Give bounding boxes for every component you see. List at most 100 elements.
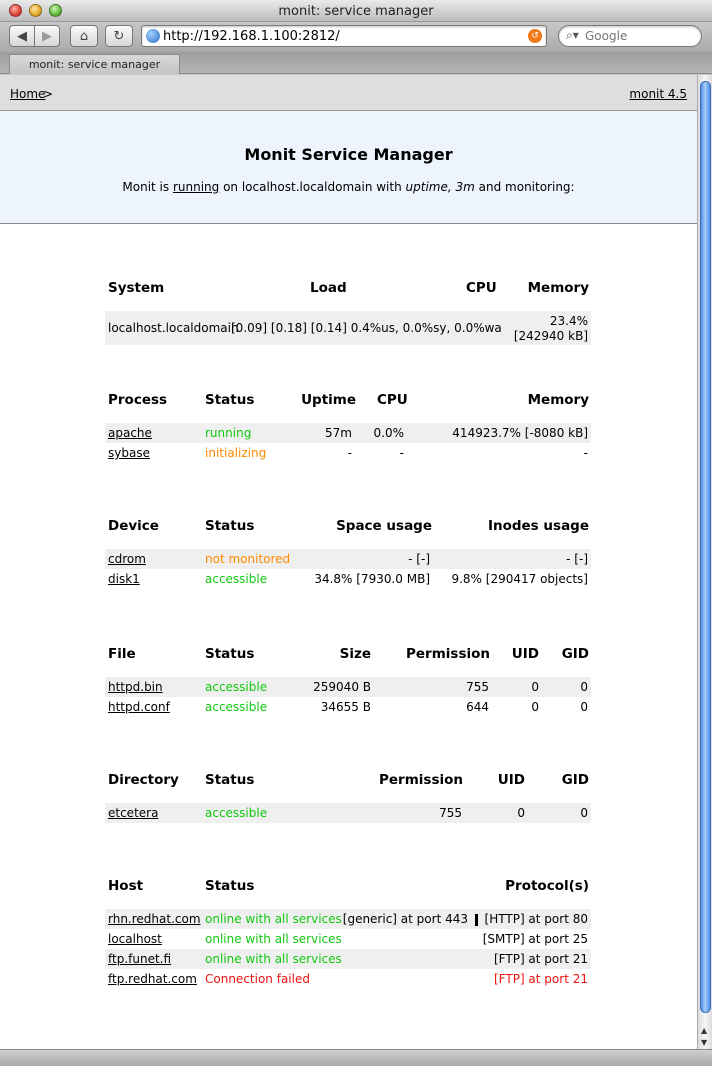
vertical-scrollbar[interactable]: ▲ ▼ [697,75,712,1049]
forward-button[interactable]: ▶ [34,25,60,47]
host-name-link[interactable]: localhost [108,932,162,946]
file-name-link[interactable]: httpd.conf [108,700,170,714]
device-space: - [-] [408,552,430,566]
header-file: File [108,646,136,662]
breadcrumb-separator: > [43,87,54,101]
file-name-link[interactable]: httpd.bin [108,680,163,694]
header-uptime: Uptime [301,392,356,408]
file-permission: 755 [466,680,489,694]
summary-prefix: Monit is [122,180,173,194]
header-status: Status [205,392,255,408]
directory-permission: 755 [439,806,462,820]
address-bar[interactable]: http://192.168.1.100:2812/ ↺ [141,25,547,47]
header-status: Status [205,518,255,534]
forward-arrow-icon: ▶ [42,28,52,44]
uptime-value: 3m [455,180,475,194]
scrollbar-thumb[interactable] [700,81,711,1013]
host-protocol: [FTP] at port 21 [494,952,588,966]
process-name-link[interactable]: sybase [108,446,150,460]
header-uid: UID [497,772,525,788]
header-protocols: Protocol(s) [505,878,589,894]
uptime-label: uptime, [405,180,452,194]
status-badge: accessible [205,680,268,694]
back-button[interactable]: ◀ [9,25,35,47]
header-space-usage: Space usage [336,518,432,534]
directory-uid: 0 [517,806,525,820]
system-table: System Load CPU Memory localhost.localdo… [105,275,591,347]
tab-strip: monit: service manager [0,52,712,74]
device-name-link[interactable]: disk1 [108,572,140,586]
device-name-link[interactable]: cdrom [108,552,146,566]
directory-table: Directory Status Permission UID GID etce… [105,767,591,827]
search-input[interactable] [585,29,695,43]
search-box[interactable]: ⌕▾ [558,25,702,47]
process-memory: 414923.7% [-8080 kB] [452,426,588,440]
summary-suffix: and monitoring: [474,180,575,194]
browser-toolbar: ◀ ▶ ⌂ ↻ http://192.168.1.100:2812/ ↺ ⌕▾ [0,22,712,52]
device-table: Device Status Space usage Inodes usage c… [105,513,591,593]
host-name-link[interactable]: ftp.funet.fi [108,952,171,966]
host-table: Host Status Protocol(s) rhn.redhat.com o… [105,873,591,993]
file-gid: 0 [580,700,588,714]
back-arrow-icon: ◀ [17,28,27,44]
reload-button[interactable]: ↻ [105,25,133,47]
header-device: Device [108,518,159,534]
file-size: 259040 B [313,680,371,694]
window-title: monit: service manager [278,4,434,19]
header-host: Host [108,878,144,894]
header-directory: Directory [108,772,179,788]
breadcrumb: Home > monit 4.5 [0,75,697,111]
header-status: Status [205,646,255,662]
home-icon: ⌂ [79,28,89,44]
file-size: 34655 B [320,700,371,714]
status-badge: accessible [205,700,268,714]
host-protocol: [FTP] at port 21 [494,972,588,986]
scroll-down-arrow-icon[interactable]: ▼ [701,1038,707,1047]
host-protocol: [HTTP] at port 80 [484,912,588,926]
process-name-link[interactable]: apache [108,426,152,440]
page-header: Monit Service Manager Monit is running o… [0,111,697,224]
tab-monit[interactable]: monit: service manager [9,54,180,74]
search-icon[interactable]: ⌕▾ [566,28,579,43]
host-protocol: [generic] at port 443 [342,912,468,926]
page-viewport: Home > monit 4.5 Monit Service Manager M… [0,75,697,1049]
globe-icon [146,29,160,43]
header-cpu: CPU [377,392,408,408]
scroll-up-arrow-icon[interactable]: ▲ [701,1026,707,1035]
file-uid: 0 [531,700,539,714]
process-cpu: 0.0% [373,426,405,440]
system-memory-pct: 23.4% [549,314,588,328]
summary-host: on localhost.localdomain with [219,180,406,194]
header-gid: GID [561,772,589,788]
directory-name-link[interactable]: etcetera [108,806,158,820]
table-row [105,549,591,569]
process-memory: - [583,446,588,460]
device-space: 34.8% [7930.0 MB] [314,572,430,586]
header-process: Process [108,392,168,408]
version-link[interactable]: monit 4.5 [629,87,687,101]
page-title: Monit Service Manager [244,145,453,164]
snapback-icon[interactable]: ↺ [528,29,542,43]
window-titlebar: monit: service manager [0,0,712,22]
header-system: System [108,280,165,296]
status-badge: online with all services [205,952,342,966]
home-link[interactable]: Home [10,87,45,101]
file-gid: 0 [580,680,588,694]
header-size: Size [339,646,371,662]
host-name-link[interactable]: ftp.redhat.com [108,972,197,986]
status-badge: accessible [205,806,268,820]
header-memory: Memory [527,280,589,296]
system-memory-kb: [242940 kB] [513,329,588,343]
host-protocol: [SMTP] at port 25 [482,932,588,946]
status-bar [0,1049,712,1066]
host-name-link[interactable]: rhn.redhat.com [108,912,201,926]
running-link[interactable]: running [173,180,219,194]
status-badge: not monitored [205,552,291,566]
address-url[interactable]: http://192.168.1.100:2812/ [163,29,340,44]
header-permission: Permission [406,646,490,662]
system-host: localhost.localdomain [108,321,239,335]
header-permission: Permission [379,772,463,788]
home-button[interactable]: ⌂ [70,25,98,47]
header-load: Load [310,280,347,296]
status-badge: online with all services [205,912,342,926]
